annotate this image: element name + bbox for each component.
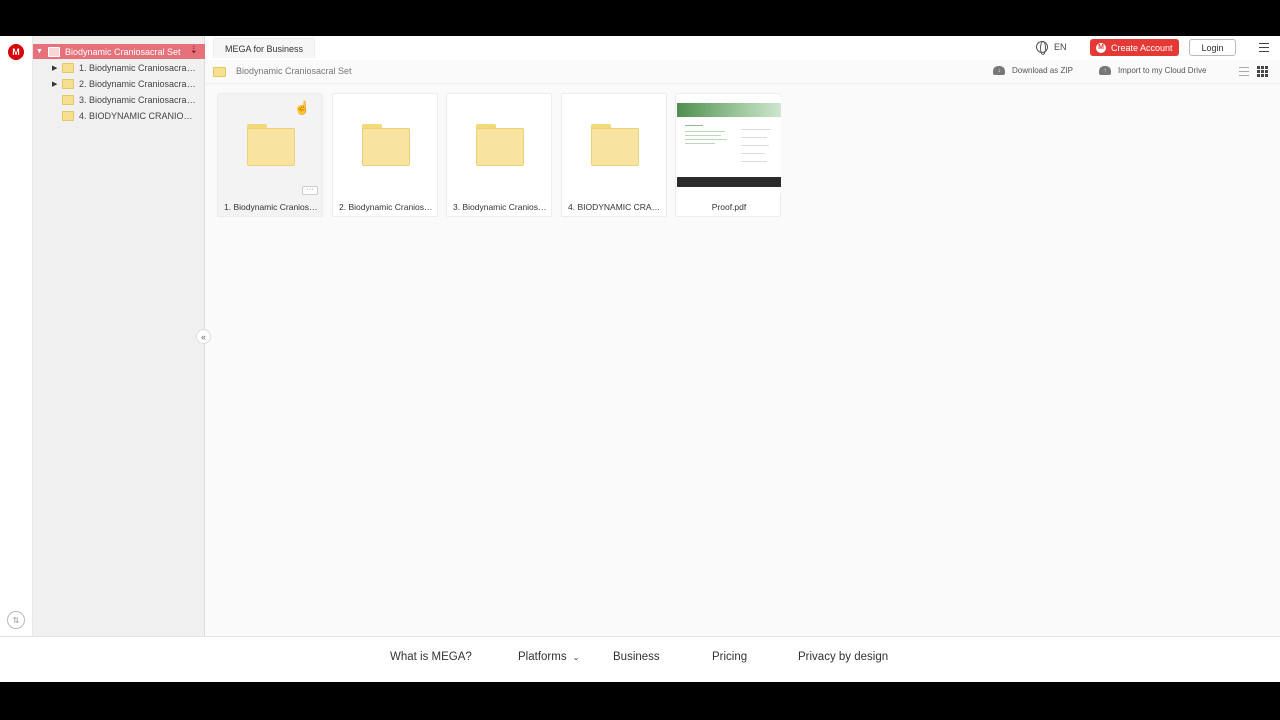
file-name: 1. Biodynamic Craniosacral Therapy bbox=[224, 202, 324, 212]
transfer-icon[interactable]: ⇅ bbox=[7, 611, 25, 629]
menu-icon[interactable] bbox=[1259, 43, 1269, 52]
mega-logo-icon[interactable]: M bbox=[8, 44, 24, 60]
mega-for-business-tab[interactable]: MEGA for Business bbox=[213, 38, 316, 58]
footer-link-business[interactable]: Business bbox=[613, 651, 660, 663]
create-account-button[interactable]: M Create Account bbox=[1090, 39, 1179, 56]
grid-view-icon[interactable] bbox=[1257, 66, 1268, 77]
chevron-right-icon[interactable]: ▶ bbox=[52, 64, 62, 72]
folder-icon bbox=[62, 78, 74, 89]
folder-icon bbox=[48, 46, 60, 57]
language-label: EN bbox=[1054, 42, 1067, 52]
hand-cursor-icon: ☝ bbox=[294, 100, 311, 115]
folder-icon bbox=[62, 62, 74, 73]
chevron-down-icon: ⌄ bbox=[572, 653, 580, 662]
collapse-sidebar-button[interactable]: « bbox=[196, 329, 211, 344]
top-bar: MEGA for Business EN M Create Account Lo… bbox=[205, 36, 1280, 60]
folder-tree: ▼ Biodynamic Craniosacral Set ⇣ ▶ 1. Bio… bbox=[33, 36, 205, 636]
tree-item-4[interactable]: 4. BIODYNAMIC CRANIOSACRAL THERAPY bbox=[33, 108, 205, 123]
footer-link-what-is-mega[interactable]: What is MEGA? bbox=[390, 651, 472, 663]
chevron-right-icon[interactable]: ▶ bbox=[52, 80, 62, 88]
file-name: 4. BIODYNAMIC CRANIOSACRAL THERAPY bbox=[568, 202, 668, 212]
tree-item-label: 1. Biodynamic Craniosacral Therapy bbox=[79, 62, 197, 73]
file-name: 2. Biodynamic Craniosacral Therapy bbox=[339, 202, 439, 212]
file-name: 3. Biodynamic Craniosacral Therapy bbox=[453, 202, 553, 212]
breadcrumb-bar: Biodynamic Craniosacral Set ↓ Download a… bbox=[205, 60, 1280, 84]
download-zip-button[interactable]: ↓ Download as ZIP bbox=[993, 66, 1073, 75]
more-options-button[interactable]: ··· bbox=[302, 186, 318, 195]
tree-item-label: 4. BIODYNAMIC CRANIOSACRAL THERAPY bbox=[79, 110, 197, 121]
tree-root-label: Biodynamic Craniosacral Set bbox=[65, 46, 181, 57]
file-card[interactable]: 2. Biodynamic Craniosacral Therapy bbox=[332, 93, 439, 217]
folder-icon bbox=[213, 67, 226, 77]
list-view-icon[interactable] bbox=[1239, 67, 1249, 76]
login-button[interactable]: Login bbox=[1189, 39, 1236, 56]
mega-logo-icon: M bbox=[1096, 42, 1106, 53]
tree-item-2[interactable]: ▶ 2. Biodynamic Craniosacral Therapy bbox=[33, 76, 205, 91]
file-card[interactable]: Proof.pdf bbox=[675, 93, 781, 217]
footer-link-platforms[interactable]: Platforms ⌄ bbox=[518, 651, 579, 663]
platforms-label: Platforms bbox=[518, 651, 567, 663]
sort-icon[interactable]: ⇣ bbox=[190, 45, 198, 56]
file-card[interactable]: 4. BIODYNAMIC CRANIOSACRAL THERAPY bbox=[561, 93, 668, 217]
cloud-download-icon: ↓ bbox=[993, 66, 1005, 75]
language-selector[interactable]: EN bbox=[1036, 41, 1067, 55]
footer-link-pricing[interactable]: Pricing bbox=[712, 651, 747, 663]
file-card[interactable]: 3. Biodynamic Craniosacral Therapy bbox=[446, 93, 553, 217]
tree-item-1[interactable]: ▶ 1. Biodynamic Craniosacral Therapy bbox=[33, 60, 205, 75]
left-rail: M ⇅ bbox=[0, 36, 33, 636]
cloud-upload-icon: ↑ bbox=[1099, 66, 1111, 75]
folder-icon bbox=[476, 124, 524, 166]
import-cloud-drive-button[interactable]: ↑ Import to my Cloud Drive bbox=[1099, 66, 1206, 75]
folder-icon bbox=[591, 124, 639, 166]
folder-icon bbox=[362, 124, 410, 166]
footer-nav: What is MEGA? Platforms ⌄ Business Prici… bbox=[0, 636, 1280, 682]
tree-item-label: 3. Biodynamic Craniosacral Therapy bbox=[79, 94, 197, 105]
tree-item-label: 2. Biodynamic Craniosacral Therapy bbox=[79, 78, 197, 89]
folder-icon bbox=[62, 94, 74, 105]
file-name: Proof.pdf bbox=[711, 202, 747, 212]
tree-item-3[interactable]: 3. Biodynamic Craniosacral Therapy bbox=[33, 92, 205, 107]
mega-folder-link-page: M ⇅ ▼ Biodynamic Craniosacral Set ⇣ ▶ 1.… bbox=[0, 36, 1280, 682]
breadcrumb-current[interactable]: Biodynamic Craniosacral Set bbox=[236, 66, 352, 76]
import-cloud-label: Import to my Cloud Drive bbox=[1118, 66, 1207, 75]
chevron-down-icon[interactable]: ▼ bbox=[36, 48, 46, 55]
folder-icon bbox=[62, 110, 74, 121]
pdf-thumbnail bbox=[677, 97, 781, 193]
globe-icon bbox=[1036, 41, 1048, 55]
footer-link-privacy[interactable]: Privacy by design bbox=[798, 651, 888, 663]
folder-icon bbox=[247, 124, 295, 166]
download-zip-label: Download as ZIP bbox=[1012, 66, 1073, 75]
tree-root-item[interactable]: ▼ Biodynamic Craniosacral Set ⇣ bbox=[33, 44, 205, 59]
create-account-label: Create Account bbox=[1111, 42, 1173, 53]
